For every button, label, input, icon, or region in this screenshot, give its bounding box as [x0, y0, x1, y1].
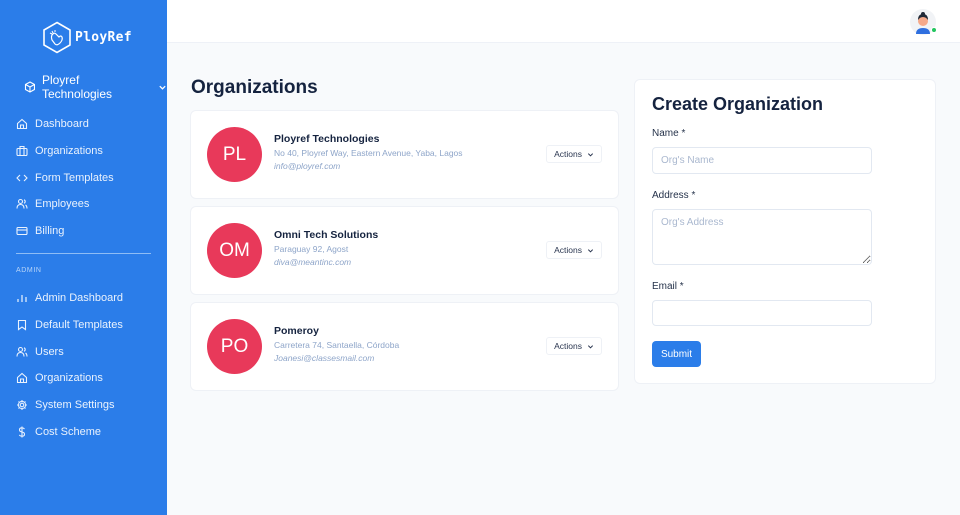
home-icon	[16, 119, 28, 130]
admin-section-label: ADMIN	[16, 267, 42, 274]
sidebar-item-default-templates[interactable]: Default Templates	[16, 312, 123, 339]
sidebar-item-form-templates[interactable]: Form Templates	[16, 164, 114, 191]
org-address-input[interactable]	[652, 209, 872, 265]
gear-icon	[17, 400, 27, 411]
organization-switcher-label: Ployref Technologies	[41, 73, 113, 101]
sidebar-item-users[interactable]: Users	[16, 338, 123, 365]
sidebar-item-dashboard[interactable]: Dashboard	[16, 111, 114, 138]
email-label: Email *	[652, 281, 684, 292]
address-label: Address *	[652, 190, 696, 201]
org-email-input[interactable]	[652, 300, 872, 326]
home-icon	[16, 373, 28, 384]
sidebar-divider	[16, 253, 151, 254]
sidebar-item-admin-dashboard[interactable]: Admin Dashboard	[16, 285, 123, 312]
logo-hexagon-icon	[43, 21, 71, 54]
actions-button-label: Actions	[554, 341, 582, 351]
organization-avatar: PO	[207, 319, 262, 374]
briefcase-icon	[16, 145, 28, 157]
sidebar-item-system-settings[interactable]: System Settings	[16, 392, 123, 419]
page-title: Organizations	[191, 77, 318, 98]
sidebar-item-label: Cost Scheme	[35, 425, 102, 438]
chevron-down-icon	[587, 344, 594, 348]
sidebar-item-label: Admin Dashboard	[35, 292, 124, 305]
organization-switcher[interactable]: Ployref Technologies	[24, 73, 167, 101]
actions-button[interactable]: Actions	[546, 145, 602, 163]
sidebar-item-label: Dashboard	[35, 118, 89, 131]
actions-button[interactable]: Actions	[546, 337, 602, 355]
sidebar-item-organizations[interactable]: Organizations	[16, 138, 114, 165]
sidebar-item-admin-organizations[interactable]: Organizations	[16, 365, 123, 392]
organization-name: Ployref Technologies	[274, 133, 380, 145]
organization-email: diva@meantinc.com	[274, 257, 352, 267]
sidebar-item-label: Billing	[35, 225, 65, 238]
submit-button[interactable]: Submit	[652, 341, 701, 367]
brand-logo[interactable]: PloyRef	[42, 21, 132, 54]
main-nav: Dashboard Organizations Form Templates E…	[16, 111, 114, 244]
sidebar-item-label: Employees	[35, 198, 90, 211]
organization-name: Omni Tech Solutions	[274, 229, 379, 241]
organization-email: Joanesi@classesmail.com	[274, 353, 375, 363]
sidebar: PloyRef Ployref Technologies Dashboard O…	[0, 0, 167, 515]
sidebar-item-label: Users	[35, 345, 64, 358]
name-label: Name *	[652, 128, 686, 139]
org-name-input[interactable]	[652, 147, 872, 174]
chevron-down-icon	[159, 85, 166, 90]
sidebar-item-billing[interactable]: Billing	[16, 218, 114, 245]
top-bar	[167, 0, 960, 43]
user-avatar[interactable]	[910, 9, 937, 35]
sidebar-item-label: Organizations	[35, 145, 103, 158]
sidebar-item-label: Organizations	[35, 372, 103, 385]
actions-button-label: Actions	[554, 245, 582, 255]
sidebar-item-employees[interactable]: Employees	[16, 191, 114, 218]
users-icon	[16, 346, 28, 357]
organization-address: Paraguay 92, Agost	[274, 244, 349, 254]
bookmark-icon	[17, 319, 27, 331]
actions-button[interactable]: Actions	[546, 241, 602, 259]
chevron-down-icon	[587, 152, 594, 156]
organization-card: OM Omni Tech Solutions Paraguay 92, Agos…	[191, 207, 618, 294]
sidebar-item-cost-scheme[interactable]: Cost Scheme	[16, 418, 123, 445]
sidebar-item-label: Form Templates	[35, 171, 114, 184]
cube-icon	[24, 81, 36, 93]
admin-nav: Admin Dashboard Default Templates Users …	[16, 285, 123, 445]
organization-avatar: OM	[207, 223, 262, 278]
sidebar-item-label: Default Templates	[35, 319, 123, 332]
organization-name: Pomeroy	[274, 325, 319, 337]
bar-chart-icon	[17, 295, 27, 303]
organization-card: PL Ployref Technologies No 40, Ployref W…	[191, 111, 618, 198]
actions-button-label: Actions	[554, 149, 582, 159]
users-icon	[16, 199, 28, 209]
organization-info: Ployref Technologies No 40, Ployref Way,…	[274, 133, 463, 171]
create-organization-title: Create Organization	[652, 94, 824, 114]
organization-info: Omni Tech Solutions Paraguay 92, Agost d…	[274, 229, 378, 267]
chevron-down-icon	[587, 248, 594, 252]
dollar-icon	[18, 426, 26, 438]
organization-email: info@ployref.com	[274, 161, 341, 171]
organization-address: No 40, Ployref Way, Eastern Avenue, Yaba…	[274, 148, 463, 158]
credit-card-icon	[16, 227, 28, 236]
online-status-indicator	[931, 27, 937, 33]
organization-avatar: PL	[207, 127, 262, 182]
sidebar-item-label: System Settings	[35, 399, 115, 412]
organization-info: Pomeroy Carretera 74, Santaella, Córdoba…	[274, 325, 399, 363]
create-organization-card: Create Organization Name * Address * Ema…	[635, 80, 935, 383]
organization-address: Carretera 74, Santaella, Córdoba	[274, 340, 400, 350]
brand-name: PloyRef	[75, 30, 132, 45]
code-icon	[16, 174, 28, 182]
organization-card: PO Pomeroy Carretera 74, Santaella, Córd…	[191, 303, 618, 390]
